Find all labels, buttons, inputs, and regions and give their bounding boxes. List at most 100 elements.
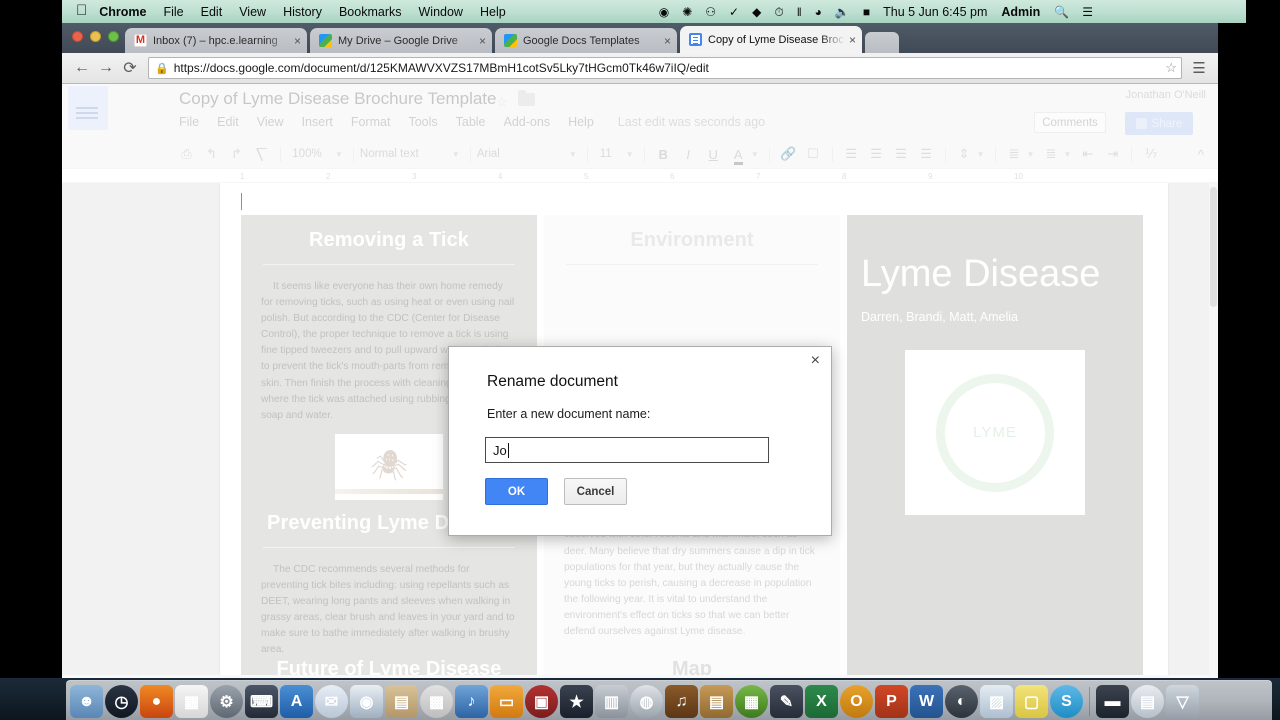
chrome-icon: ◍	[639, 693, 654, 711]
excel-icon: X	[816, 692, 827, 710]
dock-item-excel[interactable]: X	[805, 685, 838, 718]
safari-icon: ◉	[359, 693, 374, 711]
dock-item-app-store[interactable]: A	[280, 685, 313, 718]
dock-item-outlook[interactable]: O	[840, 685, 873, 718]
dock-item-xcode[interactable]: ⌨	[245, 685, 278, 718]
notification-center-icon[interactable]: ☰	[1082, 6, 1093, 18]
lock-icon: 🔒	[155, 62, 169, 75]
documents-stack-icon: ▤	[1139, 693, 1156, 711]
bell-icon[interactable]: ⚇	[705, 6, 716, 18]
dock-item-trash[interactable]: ▽	[1166, 685, 1199, 718]
address-bar[interactable]: 🔒 https://docs.google.com/document/d/125…	[148, 57, 1182, 79]
close-icon[interactable]: ×	[849, 33, 856, 47]
garageband-icon: ♫	[675, 692, 688, 710]
bookmark-star-icon[interactable]: ☆	[1161, 60, 1177, 76]
dock-item-launchpad[interactable]: ▦	[175, 685, 208, 718]
dock-item-skype[interactable]: S	[1050, 685, 1083, 718]
dock-item-imovie[interactable]: ★	[560, 685, 593, 718]
reload-icon[interactable]: ⟳	[118, 58, 142, 78]
dock-item-calculator[interactable]: ▩	[420, 685, 453, 718]
dock-item-photo-booth[interactable]: ▣	[525, 685, 558, 718]
dock-item-mail[interactable]: ✉	[315, 685, 348, 718]
dock-item-numbers-green[interactable]: ▦	[735, 685, 768, 718]
finder-icon: ☻	[78, 692, 95, 710]
close-icon[interactable]: ×	[479, 34, 486, 48]
zoom-window-button[interactable]	[108, 31, 119, 42]
dock-item-firefox[interactable]: ●	[140, 685, 173, 718]
dock-item-printer[interactable]: ▬	[1096, 685, 1129, 718]
hamburger-menu-icon[interactable]: ☰	[1188, 59, 1210, 77]
checkmark-icon[interactable]: ✓	[729, 6, 739, 18]
dock-item-keynote[interactable]: ✎	[770, 685, 803, 718]
menu-help[interactable]: Help	[480, 5, 506, 19]
dock-item-preview[interactable]: ▨	[980, 685, 1013, 718]
time-machine-icon[interactable]: ⏱	[774, 6, 783, 18]
back-arrow-icon[interactable]: ←	[70, 59, 94, 77]
minimize-window-button[interactable]	[90, 31, 101, 42]
dock-item-pages[interactable]: ▤	[700, 685, 733, 718]
trash-icon: ▽	[1176, 693, 1189, 711]
time-machine-icon: ◐	[956, 692, 967, 710]
dock-item-stickies[interactable]: ▢	[1015, 685, 1048, 718]
menu-edit[interactable]: Edit	[201, 5, 223, 19]
ok-button[interactable]: OK	[485, 478, 548, 505]
document-name-input[interactable]: Jo	[485, 437, 769, 463]
record-icon[interactable]: ◉	[659, 6, 669, 18]
menubar-user[interactable]: Admin	[1001, 5, 1040, 19]
ibooks-icon: ▭	[498, 693, 515, 711]
dock-item-garageband[interactable]: ♫	[665, 685, 698, 718]
browser-tab-inbox[interactable]: Inbox (7) – hpc.e.learning ×	[125, 28, 307, 53]
stack-icon[interactable]: ◆	[752, 6, 761, 18]
numbers-green-icon: ▦	[743, 693, 760, 711]
menubar-clock[interactable]: Thu 5 Jun 6:45 pm	[883, 5, 987, 19]
menu-chrome[interactable]: Chrome	[99, 5, 146, 19]
sync-icon[interactable]: ✺	[682, 6, 692, 18]
menu-window[interactable]: Window	[419, 5, 463, 19]
dock-item-finder[interactable]: ☻	[70, 685, 103, 718]
menu-history[interactable]: History	[283, 5, 322, 19]
close-icon[interactable]: ×	[294, 34, 301, 48]
close-icon[interactable]: ×	[811, 353, 820, 369]
window-controls[interactable]	[72, 31, 119, 42]
mail-icon: ✉	[324, 693, 339, 711]
screen:  Chrome File Edit View History Bookmark…	[0, 0, 1280, 720]
menu-bookmarks[interactable]: Bookmarks	[339, 5, 402, 19]
dock-item-ibooks[interactable]: ▭	[490, 685, 523, 718]
rename-document-dialog: × Rename document Enter a new document n…	[448, 346, 832, 536]
dock-item-itunes[interactable]: ♪	[455, 685, 488, 718]
close-icon[interactable]: ×	[664, 34, 671, 48]
app-store-icon: A	[290, 692, 303, 710]
apple-logo-icon[interactable]: 	[76, 3, 87, 18]
menu-file[interactable]: File	[163, 5, 183, 19]
browser-tab-my-drive[interactable]: My Drive – Google Drive ×	[310, 28, 492, 53]
dock-item-contacts[interactable]: ▤	[385, 685, 418, 718]
new-tab-button[interactable]	[865, 32, 899, 53]
dock-item-chrome[interactable]: ◍	[630, 685, 663, 718]
volume-icon[interactable]: 🔈	[835, 6, 850, 18]
forward-arrow-icon[interactable]: →	[94, 59, 118, 77]
dock-item-dashboard[interactable]: ◷	[105, 685, 138, 718]
close-window-button[interactable]	[72, 31, 83, 42]
bluetooth-icon[interactable]: ‖	[797, 6, 802, 18]
keynote-icon: ✎	[779, 693, 794, 711]
browser-tab-docs-templates[interactable]: Google Docs Templates ×	[495, 28, 677, 53]
dock-item-final-cut[interactable]: ▥	[595, 685, 628, 718]
itunes-icon: ♪	[467, 692, 476, 710]
tab-title: My Drive – Google Drive	[338, 34, 458, 47]
drive-icon	[319, 34, 332, 47]
menu-view[interactable]: View	[239, 5, 266, 19]
firefox-icon: ●	[151, 692, 162, 710]
dock-item-system-preferences[interactable]: ⚙	[210, 685, 243, 718]
dock-item-safari[interactable]: ◉	[350, 685, 383, 718]
powerpoint-icon: P	[886, 692, 897, 710]
dock-item-powerpoint[interactable]: P	[875, 685, 908, 718]
dock-item-time-machine[interactable]: ◐	[945, 685, 978, 718]
battery-icon[interactable]: ■	[863, 6, 870, 18]
dock-item-word[interactable]: W	[910, 685, 943, 718]
dock-item-documents-stack[interactable]: ▤	[1131, 685, 1164, 718]
browser-tab-lyme-disease[interactable]: Copy of Lyme Disease Broc ×	[680, 26, 862, 53]
wifi-icon[interactable]: ◕	[815, 6, 822, 18]
search-icon[interactable]: 🔍	[1054, 6, 1069, 18]
cancel-button[interactable]: Cancel	[564, 478, 627, 505]
tab-title: Google Docs Templates	[523, 34, 640, 47]
